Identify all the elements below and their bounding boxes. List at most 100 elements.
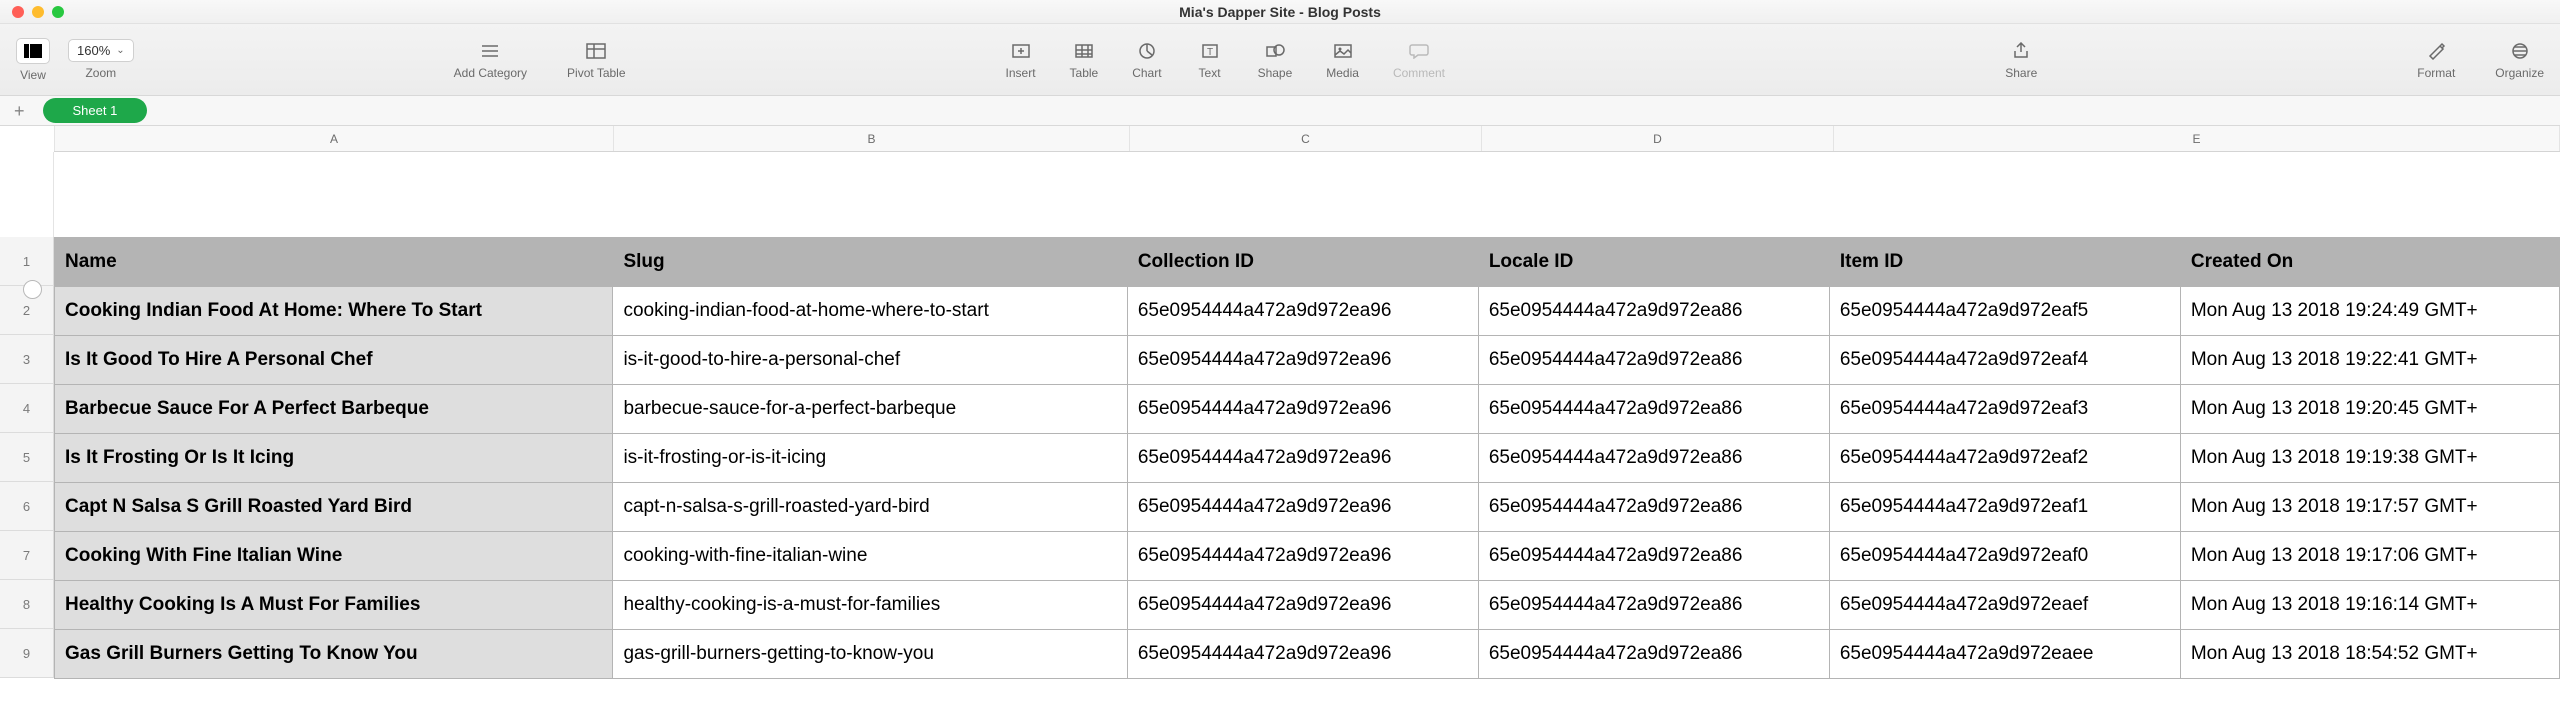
- select-all-handle[interactable]: [23, 280, 42, 299]
- cell-slug[interactable]: healthy-cooking-is-a-must-for-families: [613, 581, 1127, 630]
- cell-item[interactable]: 65e0954444a472a9d972eaf0: [1829, 532, 2180, 581]
- cell-coll[interactable]: 65e0954444a472a9d972ea96: [1127, 532, 1478, 581]
- cell-name[interactable]: Cooking Indian Food At Home: Where To St…: [55, 287, 613, 336]
- maximize-button[interactable]: [52, 6, 64, 18]
- cell-item[interactable]: 65e0954444a472a9d972eaf5: [1829, 287, 2180, 336]
- cell-coll[interactable]: 65e0954444a472a9d972ea96: [1127, 385, 1478, 434]
- column-header-b[interactable]: B: [614, 126, 1130, 151]
- zoom-value: 160%: [77, 43, 110, 58]
- cell-name[interactable]: Barbecue Sauce For A Perfect Barbeque: [55, 385, 613, 434]
- table-row: Healthy Cooking Is A Must For Familieshe…: [55, 581, 2560, 630]
- row-header-5[interactable]: 5: [0, 433, 54, 482]
- zoom-control[interactable]: 160%⌄ Zoom: [68, 39, 134, 80]
- column-header-e[interactable]: E: [1834, 126, 2560, 151]
- cell-loc[interactable]: 65e0954444a472a9d972ea86: [1478, 532, 1829, 581]
- cell-slug[interactable]: gas-grill-burners-getting-to-know-you: [613, 630, 1127, 679]
- cell-loc[interactable]: 65e0954444a472a9d972ea86: [1478, 581, 1829, 630]
- cell-slug[interactable]: barbecue-sauce-for-a-perfect-barbeque: [613, 385, 1127, 434]
- svg-text:T: T: [1207, 47, 1213, 58]
- cell-created[interactable]: Mon Aug 13 2018 19:17:57 GMT+: [2180, 483, 2559, 532]
- minimize-button[interactable]: [32, 6, 44, 18]
- traffic-lights: [12, 6, 64, 18]
- cell-item[interactable]: 65e0954444a472a9d972eaf3: [1829, 385, 2180, 434]
- text-button[interactable]: T Text: [1196, 40, 1224, 80]
- cell-item[interactable]: 65e0954444a472a9d972eaf4: [1829, 336, 2180, 385]
- insert-button[interactable]: Insert: [1006, 40, 1036, 80]
- view-menu[interactable]: View: [16, 38, 50, 82]
- table-button[interactable]: Table: [1070, 40, 1099, 80]
- chart-button[interactable]: Chart: [1132, 40, 1161, 80]
- media-button[interactable]: Media: [1326, 40, 1359, 80]
- pivot-table-label: Pivot Table: [567, 66, 625, 80]
- cell-slug[interactable]: is-it-frosting-or-is-it-icing: [613, 434, 1127, 483]
- cell-created[interactable]: Mon Aug 13 2018 18:54:52 GMT+: [2180, 630, 2559, 679]
- cell-loc[interactable]: 65e0954444a472a9d972ea86: [1478, 385, 1829, 434]
- add-sheet-button[interactable]: +: [14, 102, 25, 120]
- cell-item[interactable]: 65e0954444a472a9d972eaf2: [1829, 434, 2180, 483]
- row-header-3[interactable]: 3: [0, 335, 54, 384]
- cell-coll[interactable]: 65e0954444a472a9d972ea96: [1127, 630, 1478, 679]
- header-collection[interactable]: Collection ID: [1127, 238, 1478, 287]
- cell-name[interactable]: Cooking With Fine Italian Wine: [55, 532, 613, 581]
- cell-created[interactable]: Mon Aug 13 2018 19:20:45 GMT+: [2180, 385, 2559, 434]
- window-title: Mia's Dapper Site - Blog Posts: [1179, 4, 1381, 20]
- cell-created[interactable]: Mon Aug 13 2018 19:22:41 GMT+: [2180, 336, 2559, 385]
- cell-coll[interactable]: 65e0954444a472a9d972ea96: [1127, 483, 1478, 532]
- cell-item[interactable]: 65e0954444a472a9d972eaee: [1829, 630, 2180, 679]
- cell-coll[interactable]: 65e0954444a472a9d972ea96: [1127, 336, 1478, 385]
- cell-item[interactable]: 65e0954444a472a9d972eaef: [1829, 581, 2180, 630]
- row-header-8[interactable]: 8: [0, 580, 54, 629]
- cell-loc[interactable]: 65e0954444a472a9d972ea86: [1478, 630, 1829, 679]
- close-button[interactable]: [12, 6, 24, 18]
- cell-created[interactable]: Mon Aug 13 2018 19:24:49 GMT+: [2180, 287, 2559, 336]
- organize-button[interactable]: Organize: [2495, 40, 2544, 80]
- column-header-c[interactable]: C: [1130, 126, 1482, 151]
- insert-label: Insert: [1006, 66, 1036, 80]
- add-category-button[interactable]: Add Category: [454, 40, 527, 80]
- header-name[interactable]: Name: [55, 238, 613, 287]
- row-header-6[interactable]: 6: [0, 482, 54, 531]
- shape-button[interactable]: Shape: [1258, 40, 1293, 80]
- table-row: Gas Grill Burners Getting To Know Yougas…: [55, 630, 2560, 679]
- cell-created[interactable]: Mon Aug 13 2018 19:19:38 GMT+: [2180, 434, 2559, 483]
- cell-slug[interactable]: cooking-with-fine-italian-wine: [613, 532, 1127, 581]
- cell-name[interactable]: Is It Frosting Or Is It Icing: [55, 434, 613, 483]
- header-item[interactable]: Item ID: [1829, 238, 2180, 287]
- cell-created[interactable]: Mon Aug 13 2018 19:16:14 GMT+: [2180, 581, 2559, 630]
- share-button[interactable]: Share: [2005, 40, 2037, 80]
- row-header-4[interactable]: 4: [0, 384, 54, 433]
- cell-name[interactable]: Capt N Salsa S Grill Roasted Yard Bird: [55, 483, 613, 532]
- cell-slug[interactable]: is-it-good-to-hire-a-personal-chef: [613, 336, 1127, 385]
- cell-name[interactable]: Gas Grill Burners Getting To Know You: [55, 630, 613, 679]
- cell-item[interactable]: 65e0954444a472a9d972eaf1: [1829, 483, 2180, 532]
- table-row: Is It Frosting Or Is It Icingis-it-frost…: [55, 434, 2560, 483]
- cell-loc[interactable]: 65e0954444a472a9d972ea86: [1478, 336, 1829, 385]
- row-header-1[interactable]: 1: [0, 237, 54, 286]
- shape-label: Shape: [1258, 66, 1293, 80]
- toolbar: View 160%⌄ Zoom Add Category Pivot Table…: [0, 24, 2560, 96]
- table-row: Barbecue Sauce For A Perfect Barbequebar…: [55, 385, 2560, 434]
- cell-name[interactable]: Is It Good To Hire A Personal Chef: [55, 336, 613, 385]
- header-slug[interactable]: Slug: [613, 238, 1127, 287]
- cell-coll[interactable]: 65e0954444a472a9d972ea96: [1127, 434, 1478, 483]
- cell-name[interactable]: Healthy Cooking Is A Must For Families: [55, 581, 613, 630]
- header-locale[interactable]: Locale ID: [1478, 238, 1829, 287]
- cell-coll[interactable]: 65e0954444a472a9d972ea96: [1127, 581, 1478, 630]
- row-header-9[interactable]: 9: [0, 629, 54, 678]
- row-header-7[interactable]: 7: [0, 531, 54, 580]
- cell-created[interactable]: Mon Aug 13 2018 19:17:06 GMT+: [2180, 532, 2559, 581]
- column-header-d[interactable]: D: [1482, 126, 1834, 151]
- cell-slug[interactable]: capt-n-salsa-s-grill-roasted-yard-bird: [613, 483, 1127, 532]
- format-button[interactable]: Format: [2417, 40, 2455, 80]
- data-grid[interactable]: Name Slug Collection ID Locale ID Item I…: [54, 152, 2560, 679]
- header-created[interactable]: Created On: [2180, 238, 2559, 287]
- sheet-tab-1[interactable]: Sheet 1: [43, 98, 148, 123]
- cell-loc[interactable]: 65e0954444a472a9d972ea86: [1478, 434, 1829, 483]
- column-header-a[interactable]: A: [54, 126, 614, 151]
- cell-loc[interactable]: 65e0954444a472a9d972ea86: [1478, 287, 1829, 336]
- cell-coll[interactable]: 65e0954444a472a9d972ea96: [1127, 287, 1478, 336]
- cell-slug[interactable]: cooking-indian-food-at-home-where-to-sta…: [613, 287, 1127, 336]
- cell-loc[interactable]: 65e0954444a472a9d972ea86: [1478, 483, 1829, 532]
- pivot-table-button[interactable]: Pivot Table: [567, 40, 625, 80]
- comment-label: Comment: [1393, 66, 1445, 80]
